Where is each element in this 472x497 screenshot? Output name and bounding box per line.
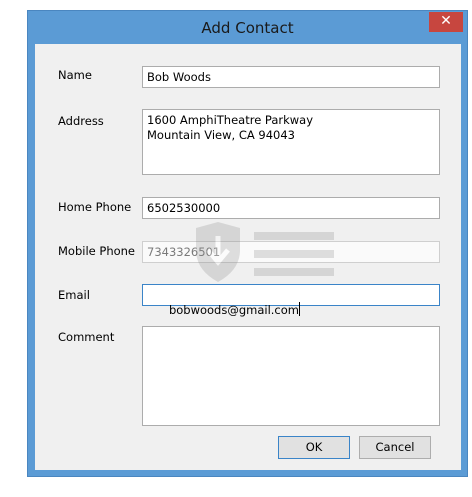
comment-field[interactable] bbox=[142, 326, 440, 426]
address-line-2: Mountain View, CA 94043 bbox=[147, 128, 295, 142]
ok-button[interactable]: OK bbox=[278, 436, 350, 459]
shield-download-icon bbox=[196, 222, 334, 282]
close-icon: ✕ bbox=[440, 13, 452, 29]
email-label: Email bbox=[58, 288, 90, 302]
home-phone-field[interactable]: 6502530000 bbox=[142, 197, 440, 219]
name-label: Name bbox=[58, 68, 92, 82]
comment-label: Comment bbox=[58, 330, 115, 344]
title-bar[interactable]: Add Contact ✕ bbox=[28, 11, 467, 44]
name-field[interactable]: Bob Woods bbox=[142, 66, 440, 88]
close-button[interactable]: ✕ bbox=[429, 12, 463, 32]
address-label: Address bbox=[58, 114, 104, 128]
address-line-1: 1600 AmphiTheatre Parkway bbox=[147, 113, 314, 127]
email-value: bobwoods@gmail.com bbox=[168, 303, 299, 317]
window-title: Add Contact bbox=[201, 19, 294, 37]
cancel-button[interactable]: Cancel bbox=[359, 436, 431, 459]
text-caret bbox=[299, 302, 300, 316]
address-field[interactable]: 1600 AmphiTheatre Parkway Mountain View,… bbox=[142, 109, 440, 175]
mobile-phone-label: Mobile Phone bbox=[58, 244, 136, 258]
home-phone-label: Home Phone bbox=[58, 200, 132, 214]
